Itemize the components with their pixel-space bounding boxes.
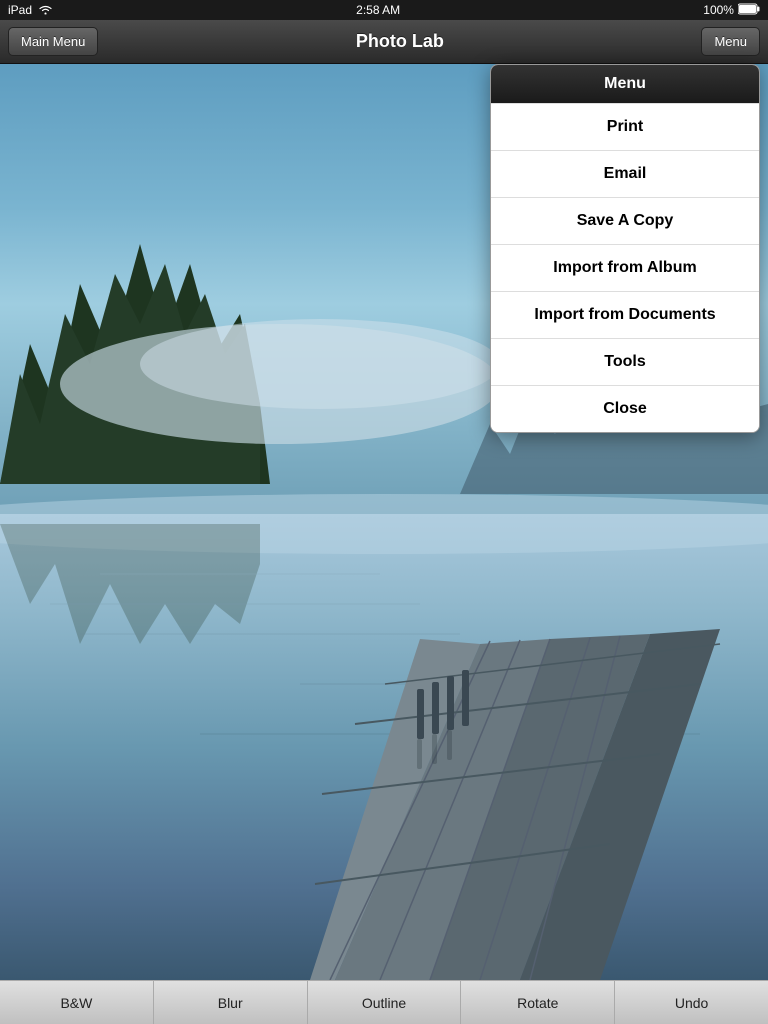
main-menu-button[interactable]: Main Menu [8, 27, 98, 56]
menu-item-close[interactable]: Close [491, 385, 759, 432]
menu-item-import-from-documents[interactable]: Import from Documents [491, 291, 759, 338]
menu-item-email[interactable]: Email [491, 150, 759, 197]
menu-item-tools[interactable]: Tools [491, 338, 759, 385]
nav-bar: Main Menu Photo Lab Menu [0, 20, 768, 64]
toolbar-rotate-button[interactable]: Rotate [461, 981, 615, 1024]
time-display: 2:58 AM [356, 3, 400, 17]
menu-item-save-a-copy[interactable]: Save A Copy [491, 197, 759, 244]
wifi-icon [38, 3, 53, 18]
menu-item-print[interactable]: Print [491, 103, 759, 150]
page-title: Photo Lab [356, 31, 444, 52]
toolbar-bw-button[interactable]: B&W [0, 981, 154, 1024]
device-label: iPad [8, 3, 32, 17]
battery-icon [738, 3, 760, 18]
menu-button[interactable]: Menu [701, 27, 760, 56]
battery-label: 100% [703, 3, 734, 17]
menu-header: Menu [491, 65, 759, 103]
popup-menu: Menu Print Email Save A Copy Import from… [490, 64, 760, 433]
bottom-toolbar: B&W Blur Outline Rotate Undo [0, 980, 768, 1024]
status-bar: iPad 2:58 AM 100% [0, 0, 768, 20]
toolbar-blur-button[interactable]: Blur [154, 981, 308, 1024]
menu-item-import-from-album[interactable]: Import from Album [491, 244, 759, 291]
status-left: iPad [8, 3, 53, 18]
status-right: 100% [703, 3, 760, 18]
toolbar-outline-button[interactable]: Outline [308, 981, 462, 1024]
toolbar-undo-button[interactable]: Undo [615, 981, 768, 1024]
